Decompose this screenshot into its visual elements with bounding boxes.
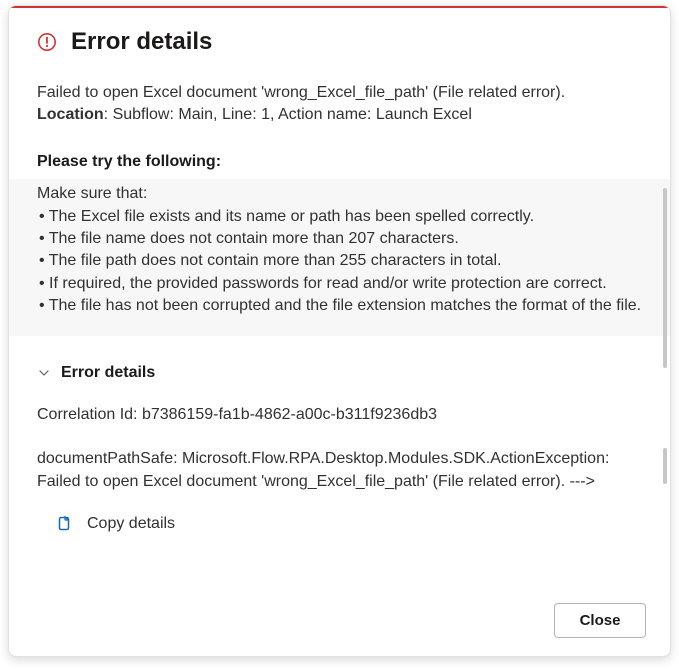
- error-location: Location: Subflow: Main, Line: 1, Action…: [37, 104, 642, 126]
- error-description: Failed to open Excel document 'wrong_Exc…: [37, 82, 642, 127]
- scrollbar-thumb[interactable]: [663, 188, 667, 368]
- error-details-dialog: Error details Failed to open Excel docum…: [8, 5, 671, 657]
- list-item: • If required, the provided passwords fo…: [39, 273, 642, 295]
- suggestion-box: Make sure that: • The Excel file exists …: [9, 179, 670, 335]
- list-item: • The file name does not contain more th…: [39, 228, 642, 250]
- suggestion-intro: Make sure that:: [37, 183, 642, 205]
- dialog-content: Error details Failed to open Excel docum…: [9, 8, 670, 588]
- error-circle-icon: [37, 32, 57, 52]
- close-button[interactable]: Close: [554, 603, 646, 638]
- copy-details-button[interactable]: Copy details: [37, 513, 642, 535]
- correlation-id-value: b7386159-fa1b-4862-a00c-b311f9236db3: [142, 406, 437, 423]
- exception-text: documentPathSafe: Microsoft.Flow.RPA.Des…: [37, 448, 642, 493]
- dialog-title: Error details: [71, 28, 212, 56]
- scrollbar-thumb[interactable]: [663, 448, 667, 484]
- error-details-expander[interactable]: Error details: [37, 362, 642, 384]
- suggestion-list: • The Excel file exists and its name or …: [37, 206, 642, 318]
- location-label: Location: [37, 106, 104, 123]
- correlation-id-label: Correlation Id:: [37, 406, 142, 423]
- chevron-down-icon: [37, 366, 51, 380]
- location-value: : Subflow: Main, Line: 1, Action name: L…: [104, 106, 472, 123]
- list-item: • The file path does not contain more th…: [39, 250, 642, 272]
- copy-details-label: Copy details: [87, 513, 175, 535]
- error-details-expander-label: Error details: [61, 362, 155, 384]
- correlation-id-row: Correlation Id: b7386159-fa1b-4862-a00c-…: [37, 404, 642, 426]
- dialog-footer: Close: [554, 603, 646, 638]
- error-message: Failed to open Excel document 'wrong_Exc…: [37, 82, 642, 104]
- try-following-heading: Please try the following:: [37, 151, 642, 173]
- copy-icon: [55, 515, 73, 533]
- list-item: • The Excel file exists and its name or …: [39, 206, 642, 228]
- dialog-header: Error details: [9, 8, 670, 68]
- dialog-body: Failed to open Excel document 'wrong_Exc…: [9, 82, 670, 535]
- list-item: • The file has not been corrupted and th…: [39, 295, 642, 317]
